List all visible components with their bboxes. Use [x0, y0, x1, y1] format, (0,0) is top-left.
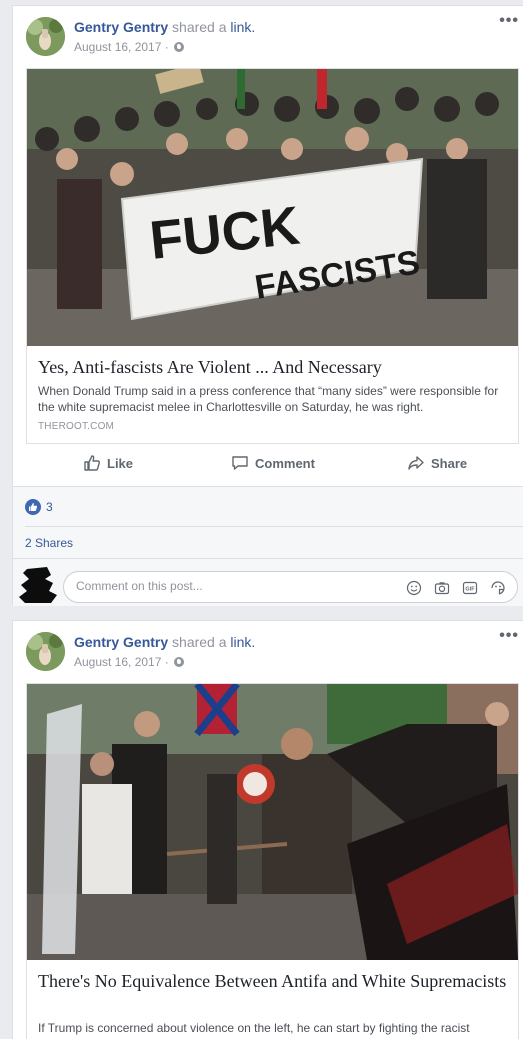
- comment-input[interactable]: [76, 579, 376, 593]
- divider: [13, 558, 523, 559]
- divider: [25, 526, 523, 527]
- share-icon: [408, 456, 424, 470]
- comment-composer[interactable]: GIF: [63, 571, 518, 603]
- more-options-icon[interactable]: •••: [499, 13, 519, 29]
- shared-link-text[interactable]: link.: [230, 19, 255, 35]
- post-meta: August 16, 2017 ·: [74, 655, 185, 669]
- share-label: Share: [431, 455, 468, 471]
- camera-icon[interactable]: [434, 580, 450, 596]
- globe-icon: [174, 657, 185, 667]
- reaction-count: 3: [46, 500, 53, 514]
- commenter-avatar: [17, 565, 63, 605]
- link-description: If Trump is concerned about violence on …: [38, 1021, 470, 1035]
- like-icon: [84, 455, 100, 471]
- link-preview-card[interactable]: FUCK FASCISTS Yes, Anti-fascists Are Vio…: [26, 68, 519, 444]
- post-header-text: Gentry Gentry shared a link.: [74, 634, 255, 650]
- link-domain: THEROOT.COM: [38, 421, 115, 432]
- svg-text:GIF: GIF: [465, 587, 475, 593]
- shared-link-text[interactable]: link.: [230, 634, 255, 650]
- post-date[interactable]: August 16, 2017: [74, 40, 161, 54]
- action-text: shared a: [172, 634, 227, 650]
- post-footer: 3 2 Shares Comment on this post... GIF: [13, 486, 523, 606]
- comment-button[interactable]: Comment: [231, 454, 315, 472]
- more-options-icon[interactable]: •••: [499, 628, 519, 644]
- sticker-icon[interactable]: [490, 580, 506, 596]
- like-reaction-icon: [25, 499, 41, 515]
- author-avatar[interactable]: [26, 632, 65, 671]
- author-avatar[interactable]: [26, 17, 65, 56]
- share-button[interactable]: Share: [407, 454, 467, 472]
- comment-label: Comment: [255, 455, 315, 471]
- post-date[interactable]: August 16, 2017: [74, 655, 161, 669]
- gif-icon[interactable]: GIF: [462, 580, 478, 596]
- post-actions-bar: Like Comment Share: [26, 448, 519, 482]
- date-separator: ·: [164, 655, 169, 669]
- feed-post: Gentry Gentry shared a link. August 16, …: [12, 5, 523, 606]
- date-separator: ·: [164, 40, 169, 54]
- emoji-icon[interactable]: [406, 580, 422, 596]
- reaction-summary[interactable]: 3: [25, 499, 53, 515]
- globe-icon: [174, 42, 185, 52]
- like-button[interactable]: Like: [83, 454, 133, 472]
- link-title[interactable]: There's No Equivalence Between Antifa an…: [38, 970, 508, 992]
- link-title[interactable]: Yes, Anti-fascists Are Violent ... And N…: [38, 356, 508, 378]
- link-preview-card[interactable]: There's No Equivalence Between Antifa an…: [26, 683, 519, 1039]
- link-description: When Donald Trump said in a press confer…: [38, 384, 499, 414]
- post-header-text: Gentry Gentry shared a link.: [74, 19, 255, 35]
- comment-icon: [232, 456, 248, 470]
- link-preview-image[interactable]: [27, 684, 518, 960]
- author-name[interactable]: Gentry Gentry: [74, 19, 168, 35]
- like-label: Like: [107, 455, 134, 471]
- author-name[interactable]: Gentry Gentry: [74, 634, 168, 650]
- feed-post: Gentry Gentry shared a link. August 16, …: [12, 620, 523, 1039]
- link-preview-image[interactable]: FUCK FASCISTS: [27, 69, 518, 346]
- post-meta: August 16, 2017 ·: [74, 40, 185, 54]
- action-text: shared a: [172, 19, 227, 35]
- shares-count[interactable]: 2 Shares: [25, 536, 73, 550]
- news-feed: Gentry Gentry shared a link. August 16, …: [0, 0, 523, 1039]
